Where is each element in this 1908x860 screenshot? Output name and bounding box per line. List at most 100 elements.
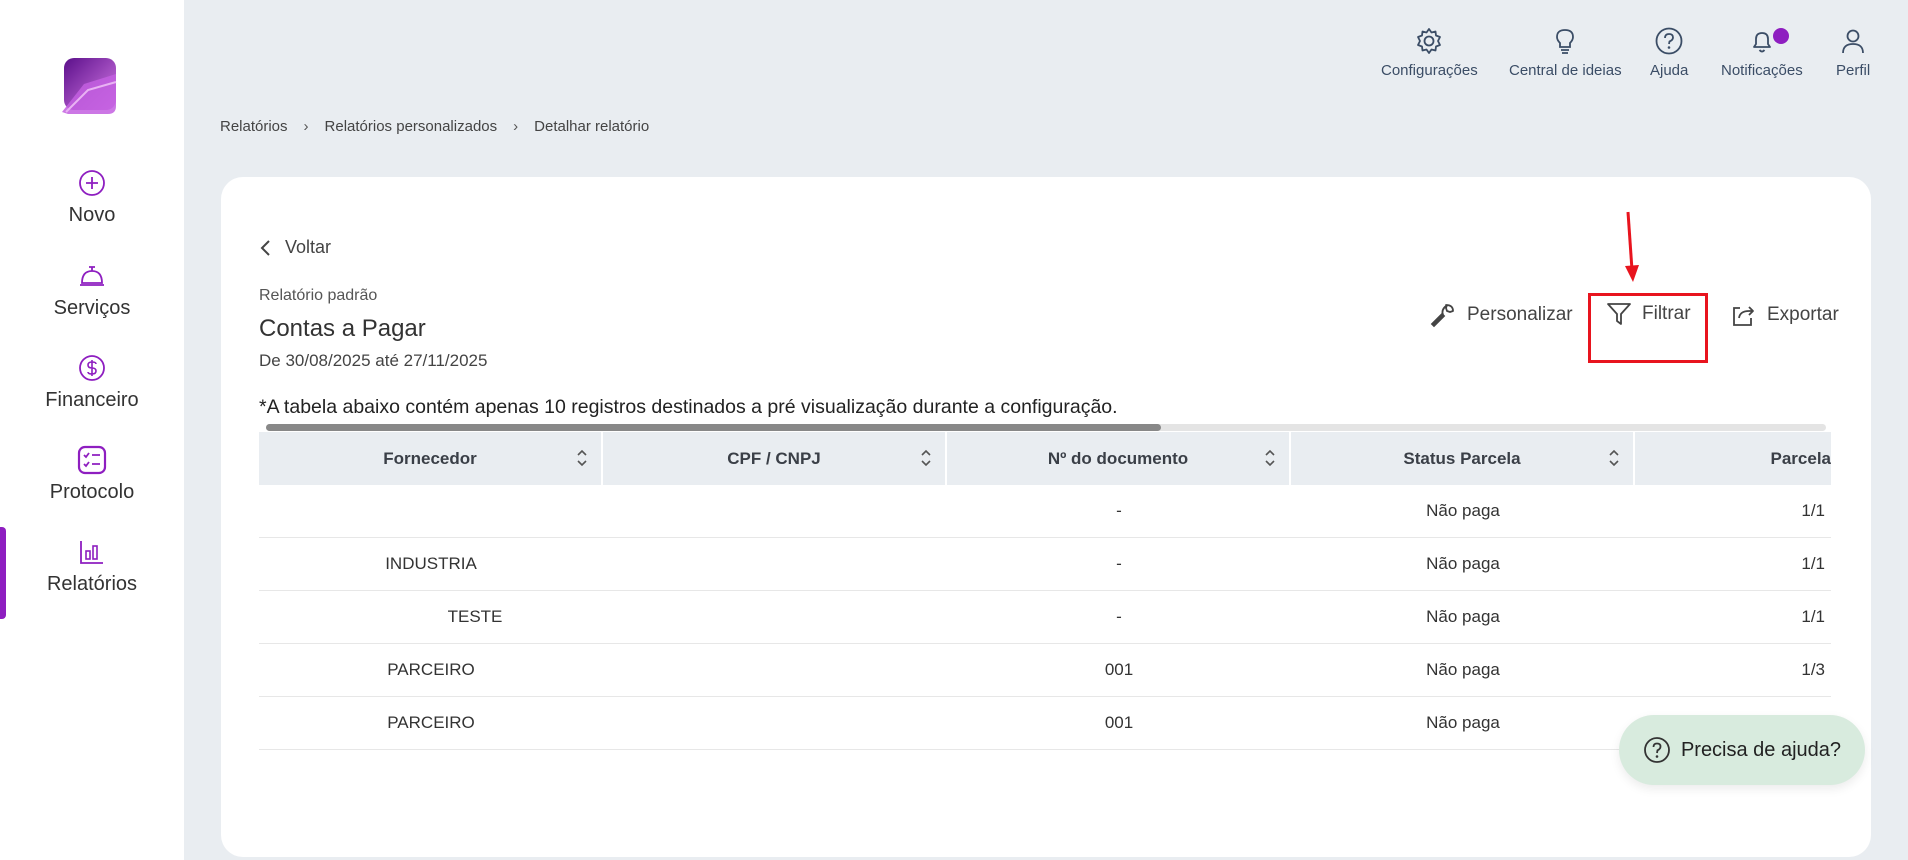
cell-fornecedor <box>259 485 603 537</box>
cell-status: Não paga <box>1426 554 1500 573</box>
topbar-label: Configurações <box>1381 62 1478 79</box>
horizontal-scrollbar[interactable] <box>266 424 1826 431</box>
scrollbar-thumb[interactable] <box>266 424 1161 431</box>
column-header-fornecedor[interactable]: Fornecedor <box>259 432 603 485</box>
brand-logo[interactable] <box>58 56 122 116</box>
filter-button[interactable]: Filtrar <box>1606 301 1691 327</box>
table-header: Fornecedor CPF / CNPJ Nº do documento St… <box>259 432 1831 485</box>
cell-fornecedor: PARCEIRO <box>387 660 475 679</box>
topbar-label: Perfil <box>1836 62 1871 79</box>
gear-icon <box>1417 28 1442 54</box>
report-subtitle: Relatório padrão <box>259 287 378 304</box>
breadcrumb-item-relatorios-personalizados[interactable]: Relatórios personalizados <box>325 118 498 135</box>
column-header-cpf-cnpj[interactable]: CPF / CNPJ <box>603 432 947 485</box>
table-row[interactable]: PARCEIRO 001 Não paga 1/3 <box>259 697 1831 750</box>
bell-icon <box>1752 32 1771 53</box>
report-table: Fornecedor CPF / CNPJ Nº do documento St… <box>259 432 1831 750</box>
cell-parcela: 1/1 <box>1801 554 1825 573</box>
cell-documento: 001 <box>1104 713 1134 732</box>
table-row[interactable]: PARCEIRO 001 Não paga 1/3 <box>259 644 1831 697</box>
cell-documento: 001 <box>1104 660 1134 679</box>
topbar-configuracoes[interactable]: Configurações <box>1381 26 1478 80</box>
sort-icon <box>921 449 931 467</box>
cell-documento: - <box>1116 501 1122 520</box>
column-label: Fornecedor <box>383 448 477 468</box>
cell-cpf-cnpj <box>603 697 947 749</box>
export-label: Exportar <box>1767 304 1839 325</box>
chevron-right-icon: › <box>513 118 519 135</box>
breadcrumb-item-detalhar: Detalhar relatório <box>534 118 650 135</box>
topbar-central-ideias[interactable]: Central de ideias <box>1509 26 1622 80</box>
cell-parcela: 1/3 <box>1801 660 1825 679</box>
chevron-right-icon: › <box>303 118 309 135</box>
cell-cpf-cnpj <box>603 485 947 537</box>
topbar-perfil[interactable]: Perfil <box>1836 26 1870 80</box>
column-label: Parcela <box>1770 448 1832 468</box>
user-icon <box>1842 29 1864 54</box>
help-circle-icon <box>1655 27 1683 55</box>
filter-label: Filtrar <box>1642 303 1691 324</box>
report-date-range: De 30/08/2025 até 27/11/2025 <box>259 351 488 370</box>
dollar-circle-icon <box>79 355 105 381</box>
cell-status: Não paga <box>1426 607 1500 626</box>
sidebar: Novo Serviços Financeiro Protocolo Relat… <box>0 0 184 860</box>
chevron-left-icon <box>260 239 270 256</box>
sidebar-item-label: Protocolo <box>49 481 135 503</box>
cell-fornecedor: INDUSTRIA <box>385 554 477 573</box>
sidebar-item-financeiro[interactable]: Financeiro <box>0 353 184 412</box>
help-circle-icon <box>1644 737 1670 763</box>
topbar-label: Central de ideias <box>1509 62 1622 79</box>
sidebar-item-servicos[interactable]: Serviços <box>0 261 184 320</box>
help-button[interactable]: Precisa de ajuda? <box>1619 715 1865 785</box>
checklist-icon <box>77 445 107 475</box>
topbar-label: Ajuda <box>1650 62 1689 79</box>
sidebar-item-relatorios[interactable]: Relatórios <box>0 537 184 596</box>
export-button[interactable]: Exportar <box>1729 301 1839 329</box>
topbar-label: Notificações <box>1721 62 1803 79</box>
customize-label: Personalizar <box>1467 304 1573 325</box>
column-header-parcela[interactable]: Parcela <box>1635 432 1832 485</box>
topbar-ajuda[interactable]: Ajuda <box>1650 26 1688 80</box>
sidebar-item-label: Novo <box>68 204 116 226</box>
sidebar-item-protocolo[interactable]: Protocolo <box>0 445 184 504</box>
sidebar-item-label: Relatórios <box>46 573 138 595</box>
breadcrumb: Relatórios › Relatórios personalizados ›… <box>220 118 649 135</box>
cell-fornecedor: TESTE <box>447 607 503 626</box>
report-title: Contas a Pagar <box>259 315 426 342</box>
customize-button[interactable]: Personalizar <box>1429 301 1573 329</box>
share-icon <box>1733 306 1754 326</box>
column-header-documento[interactable]: Nº do documento <box>947 432 1291 485</box>
cell-parcela: 1/1 <box>1801 501 1825 520</box>
cell-documento: - <box>1116 554 1122 573</box>
cell-parcela: 1/1 <box>1801 607 1825 626</box>
preview-note: *A tabela abaixo contém apenas 10 regist… <box>259 396 1118 418</box>
table-row[interactable]: INDUSTRIA - Não paga 1/1 <box>259 538 1831 591</box>
cell-fornecedor: PARCEIRO <box>387 713 475 732</box>
cell-status: Não paga <box>1426 660 1500 679</box>
cell-documento: - <box>1116 607 1122 626</box>
sidebar-item-label: Serviços <box>53 297 131 319</box>
plus-circle-icon <box>79 170 105 196</box>
wrench-icon <box>1430 304 1454 328</box>
back-button[interactable]: Voltar <box>259 237 331 258</box>
table-row[interactable]: TESTE - Não paga 1/1 <box>259 591 1831 644</box>
sort-icon <box>1609 449 1619 467</box>
cell-status: Não paga <box>1426 501 1500 520</box>
sort-icon <box>1265 449 1275 467</box>
lightbulb-icon <box>1556 29 1575 54</box>
notification-badge <box>1773 28 1789 44</box>
cell-cpf-cnpj <box>603 538 947 590</box>
column-label: CPF / CNPJ <box>727 448 821 468</box>
breadcrumb-item-relatorios[interactable]: Relatórios <box>220 118 288 135</box>
column-header-status[interactable]: Status Parcela <box>1291 432 1635 485</box>
cell-cpf-cnpj <box>603 644 947 696</box>
filter-icon <box>1607 303 1631 325</box>
cell-status: Não paga <box>1426 713 1500 732</box>
sidebar-item-novo[interactable]: Novo <box>0 168 184 227</box>
table-row[interactable]: - Não paga 1/1 <box>259 485 1831 538</box>
column-label: Nº do documento <box>1047 448 1189 468</box>
help-label: Precisa de ajuda? <box>1680 738 1842 761</box>
column-label: Status Parcela <box>1403 448 1521 468</box>
topbar-notificacoes[interactable]: Notificações <box>1721 26 1803 80</box>
sidebar-item-label: Financeiro <box>45 389 139 411</box>
